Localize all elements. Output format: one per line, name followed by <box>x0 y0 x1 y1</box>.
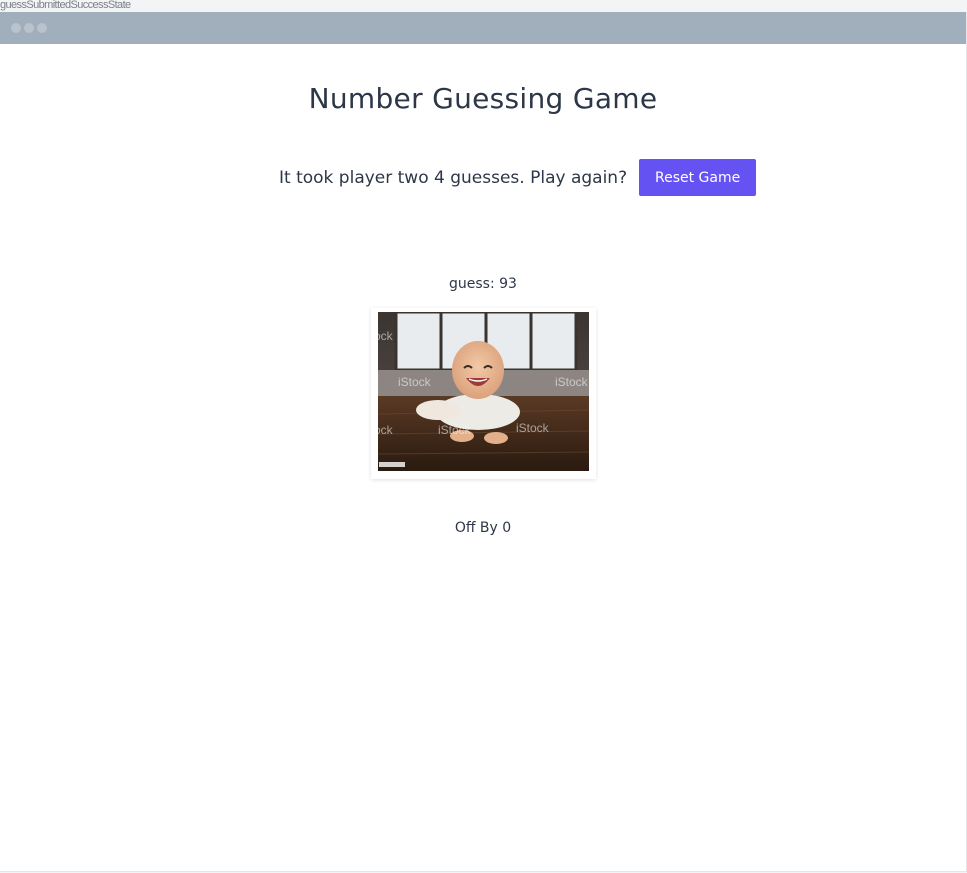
off-by-label: Off By 0 <box>454 520 512 536</box>
window-dot-icon <box>37 23 47 33</box>
story-label: guessSubmittedSuccessState <box>0 0 131 11</box>
game-content: Number Guessing Game It took player two … <box>0 44 966 871</box>
browser-window: Number Guessing Game It took player two … <box>0 12 967 872</box>
svg-text:iStock: iStock <box>516 421 550 435</box>
svg-text:ock: ock <box>378 423 394 437</box>
window-titlebar <box>0 12 966 44</box>
svg-text:ock: ock <box>378 329 394 343</box>
svg-text:iStock: iStock <box>398 375 432 389</box>
photo-card: iStock iStock iStock iStock ock ock <box>371 308 596 479</box>
result-row: It took player two 4 guesses. Play again… <box>279 159 757 196</box>
laughing-baby-photo: iStock iStock iStock iStock ock ock <box>378 312 589 471</box>
svg-text:iStock: iStock <box>438 423 472 437</box>
svg-text:iStock: iStock <box>555 375 589 389</box>
reset-game-button[interactable]: Reset Game <box>639 159 757 196</box>
guess-label: guess: 93 <box>449 276 517 292</box>
window-dot-icon <box>11 23 21 33</box>
window-dot-icon <box>24 23 34 33</box>
result-message: It took player two 4 guesses. Play again… <box>279 167 628 188</box>
page-title: Number Guessing Game <box>308 82 658 115</box>
